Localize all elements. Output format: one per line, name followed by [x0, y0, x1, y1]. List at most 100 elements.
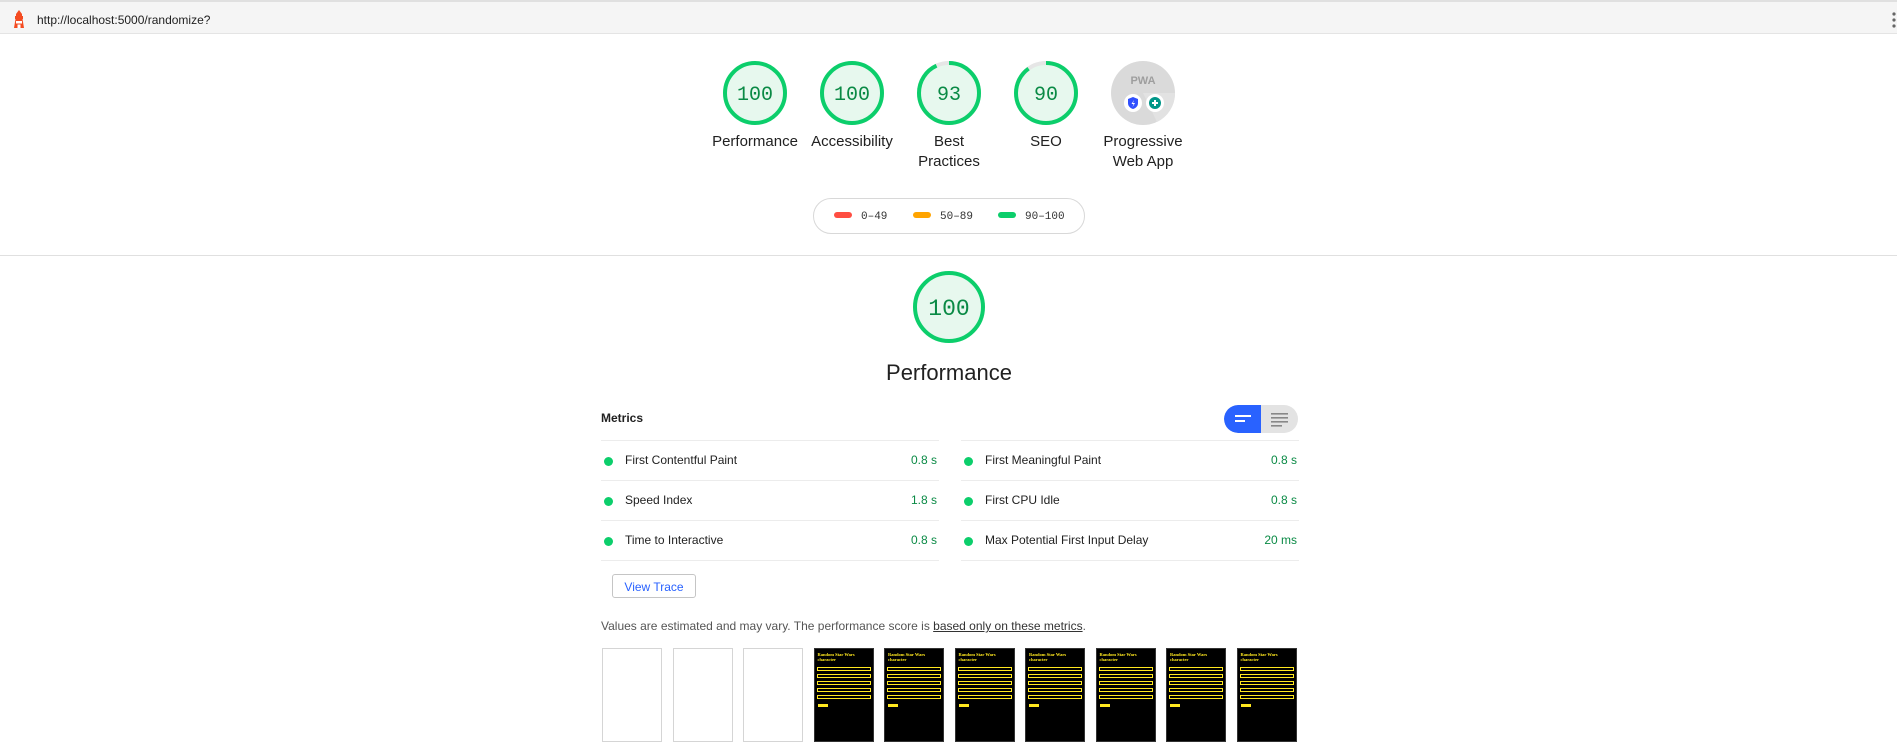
frame-row: [1239, 688, 1294, 692]
frame-row: [1169, 688, 1223, 692]
frame-row: [887, 667, 941, 671]
frame-button: [1099, 704, 1110, 707]
pass-dot-icon: [964, 537, 973, 546]
frame-row: [1028, 695, 1082, 699]
pwa-badge-icon: PWA: [1111, 61, 1176, 125]
frame-button: [1029, 704, 1039, 707]
kebab-menu-icon[interactable]: [1891, 11, 1897, 29]
gauge-accessibility[interactable]: 100 Accessibility: [803, 60, 901, 152]
gauge-performance[interactable]: 100 Performance: [706, 60, 804, 152]
metrics-column-right: First Meaningful Paint 0.8 s First CPU I…: [961, 440, 1299, 561]
compact-view-icon: [1235, 415, 1251, 422]
frame-row: [887, 695, 941, 699]
performance-gauge: 100: [900, 270, 998, 349]
frame-title: Random Star Wars character: [1170, 652, 1208, 662]
frame-row: [1169, 681, 1223, 685]
gauge-best-practices[interactable]: 93 Best Practices: [900, 60, 998, 172]
frame-title: Random Star Wars character: [1240, 652, 1278, 662]
frame-row: [1169, 667, 1223, 671]
score-scale-legend: 0–49 50–89 90–100: [813, 198, 1085, 234]
pass-dot-icon: [604, 497, 613, 506]
legend-average-label: 50–89: [940, 211, 974, 223]
frame-row: [1028, 688, 1082, 692]
gauge-pwa[interactable]: PWA Progressive Web App: [1094, 60, 1192, 172]
gauge-score: 100: [737, 84, 773, 107]
expanded-view-button[interactable]: [1261, 405, 1298, 433]
metrics-heading: Metrics: [601, 411, 644, 425]
gauge-label: Accessibility: [811, 133, 893, 150]
legend-pass-label: 90–100: [1025, 211, 1065, 223]
frame-row: [887, 674, 941, 678]
filmstrip-frame: [743, 648, 803, 742]
fail-swatch: [834, 212, 852, 219]
frame-title: Random Star Wars character: [1029, 652, 1067, 662]
gauge-label: SEO: [1030, 133, 1062, 150]
metric-time-to-interactive: Time to Interactive 0.8 s: [601, 520, 939, 561]
metric-max-potential-fid: Max Potential First Input Delay 20 ms: [961, 520, 1299, 561]
filmstrip-frame: Random Star Wars character: [1236, 648, 1297, 742]
performance-title: Performance: [886, 360, 1012, 385]
frame-row: [816, 688, 871, 692]
frame-row: [957, 667, 1012, 671]
gauge-label: Progressive Web App: [1103, 133, 1183, 170]
average-swatch: [913, 212, 931, 219]
frame-row: [957, 674, 1012, 678]
metric-first-meaningful-paint: First Meaningful Paint 0.8 s: [961, 440, 1299, 480]
compact-view-button[interactable]: [1224, 405, 1261, 433]
frame-row: [1239, 681, 1294, 685]
frame-row: [1028, 674, 1082, 678]
gauge-score: 100: [834, 84, 870, 107]
frame-row: [1239, 674, 1294, 678]
frame-row: [957, 681, 1012, 685]
score-ring: 90: [1014, 61, 1078, 125]
pass-swatch: [998, 212, 1016, 219]
metrics-info-link[interactable]: based only on these metrics: [933, 619, 1082, 633]
frame-row: [1239, 695, 1294, 699]
frame-row: [1098, 674, 1153, 678]
metric-value: 20 ms: [1264, 533, 1297, 547]
metric-value: 1.8 s: [910, 493, 937, 507]
filmstrip-frame: Random Star Wars character: [1095, 648, 1156, 742]
filmstrip-frame: Random Star Wars character: [954, 648, 1015, 742]
frame-title: Random Star Wars character: [958, 652, 996, 662]
frame-row: [816, 695, 871, 699]
frame-row: [1028, 667, 1082, 671]
section-divider: [0, 255, 1897, 256]
gauge-label: Performance: [712, 133, 798, 150]
filmstrip-frame: Random Star Wars character: [884, 648, 944, 742]
frame-button: [888, 704, 898, 707]
frame-row: [1098, 681, 1153, 685]
note-prefix: Values are estimated and may vary. The p…: [601, 619, 934, 633]
frame-button: [1240, 704, 1251, 707]
pwa-text: PWA: [1130, 75, 1155, 87]
metric-name: First Contentful Paint: [625, 453, 738, 467]
frame-row: [1028, 681, 1082, 685]
legend-fail: 0–49: [834, 210, 887, 224]
metric-name: Speed Index: [625, 493, 693, 507]
legend-pass: 90–100: [998, 210, 1065, 224]
legend-average: 50–89: [913, 210, 973, 224]
legend-fail-label: 0–49: [861, 211, 888, 223]
gauge-seo[interactable]: 90 SEO: [997, 60, 1095, 152]
metrics-view-toggle[interactable]: [1224, 405, 1298, 433]
filmstrip-frame: [602, 648, 662, 742]
metric-value: 0.8 s: [910, 453, 937, 467]
expanded-view-icon: [1271, 413, 1288, 427]
metric-name: First Meaningful Paint: [985, 453, 1102, 467]
frame-title: Random Star Wars character: [888, 652, 926, 662]
frame-title: Random Star Wars character: [817, 652, 855, 662]
metric-first-contentful-paint: First Contentful Paint 0.8 s: [601, 440, 939, 480]
pass-dot-icon: [604, 457, 613, 466]
frame-button: [1170, 704, 1180, 707]
filmstrip-frame: Random Star Wars character: [1166, 648, 1226, 742]
metric-speed-index: Speed Index 1.8 s: [601, 480, 939, 520]
metric-first-cpu-idle: First CPU Idle 0.8 s: [961, 480, 1299, 520]
frame-row: [816, 674, 871, 678]
frame-title: Random Star Wars character: [1099, 652, 1137, 662]
view-trace-button[interactable]: View Trace: [612, 574, 696, 598]
frame-row: [816, 667, 871, 671]
frame-row: [816, 681, 871, 685]
frame-row: [887, 688, 941, 692]
score-ring: 100: [820, 61, 884, 125]
frame-row: [1098, 688, 1153, 692]
